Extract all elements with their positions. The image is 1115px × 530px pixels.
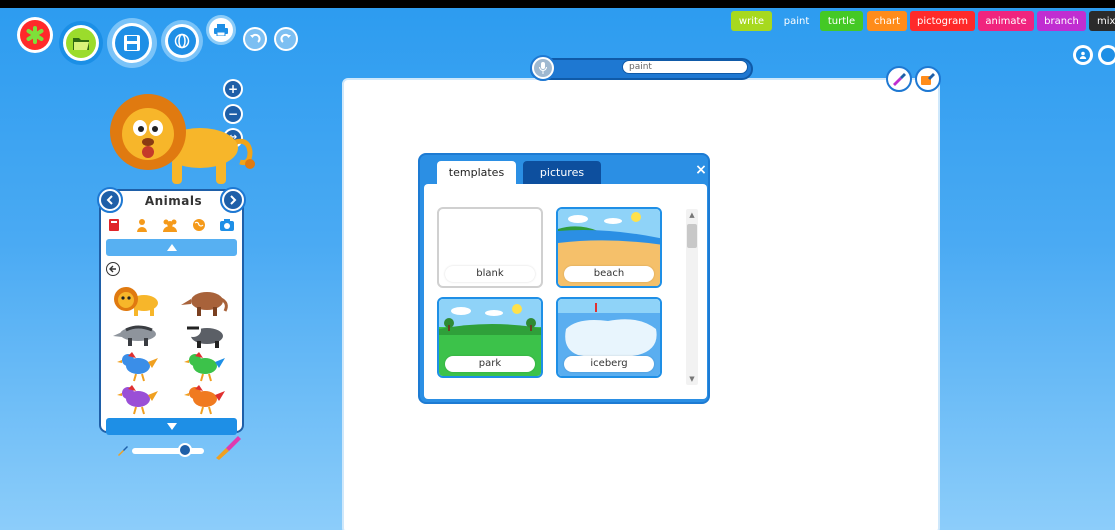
template-label: beach — [564, 266, 654, 282]
printer-icon — [214, 24, 228, 36]
templates-dialog: templates pictures × blank beach park ic… — [418, 153, 710, 404]
sticker-anteater[interactable] — [112, 316, 162, 350]
redo-icon — [280, 33, 291, 43]
selected-sticker-preview — [110, 94, 255, 184]
brush-tool-button[interactable] — [886, 66, 912, 92]
templates-scrollbar[interactable]: ▲ ▼ — [686, 209, 698, 385]
sticker-scroll-up-button[interactable] — [106, 239, 237, 256]
tab-chart[interactable]: chart — [867, 11, 907, 31]
stamp-icon — [921, 73, 935, 85]
chevron-left-icon — [106, 195, 113, 205]
template-park[interactable]: park — [437, 297, 543, 378]
chevron-up-icon — [166, 244, 177, 251]
template-label: park — [445, 356, 535, 372]
scroll-down-arrow-icon[interactable]: ▼ — [686, 374, 698, 384]
tab-write[interactable]: write — [731, 11, 772, 31]
microphone-icon — [539, 62, 547, 74]
sticker-panel: Animals — [97, 187, 246, 435]
brush-size-slider-thumb[interactable] — [178, 443, 192, 457]
sticker-blue-bird[interactable] — [112, 348, 162, 382]
tab-turtle[interactable]: turtle — [820, 11, 863, 31]
scrollbar-thumb[interactable] — [687, 224, 697, 248]
app-stage: write paint turtle chart pictogram anima… — [0, 8, 1115, 530]
tab-paint[interactable]: paint — [776, 11, 817, 31]
stamp-tool-button[interactable] — [915, 66, 941, 92]
tab-pictogram[interactable]: pictogram — [910, 11, 975, 31]
new-button[interactable] — [17, 17, 53, 53]
template-beach[interactable]: beach — [556, 207, 662, 288]
template-blank[interactable]: blank — [437, 207, 543, 288]
user-icon — [1079, 51, 1087, 59]
redo-button[interactable] — [274, 27, 298, 51]
templates-grid: blank beach park iceberg ▲ ▼ — [424, 184, 707, 399]
share-button[interactable] — [161, 20, 203, 62]
globe-icon — [174, 33, 190, 49]
brush-icon — [893, 73, 906, 86]
floppy-disk-icon — [124, 35, 140, 51]
open-button[interactable] — [59, 21, 103, 65]
person-icon[interactable] — [135, 218, 149, 232]
folder-icon — [73, 38, 89, 50]
scroll-up-arrow-icon[interactable]: ▲ — [686, 210, 698, 220]
tab-pictures[interactable]: pictures — [523, 161, 601, 184]
chevron-right-icon — [230, 195, 237, 205]
info-button[interactable] — [1098, 45, 1115, 65]
tab-mix[interactable]: mix — [1089, 11, 1115, 31]
undo-icon — [250, 33, 261, 43]
user-button[interactable] — [1073, 45, 1093, 65]
small-brush-icon — [118, 446, 128, 456]
next-category-button[interactable] — [220, 187, 246, 213]
arrow-left-icon — [109, 265, 116, 273]
sticker-orange-bird[interactable] — [179, 381, 229, 415]
world-icon[interactable] — [192, 218, 206, 232]
save-button[interactable] — [107, 18, 157, 68]
book-icon[interactable] — [107, 218, 121, 232]
sticker-badger[interactable] — [179, 316, 229, 350]
sticker-purple-bird[interactable] — [112, 381, 162, 415]
sticker-green-bird[interactable] — [179, 348, 229, 382]
template-label: iceberg — [564, 356, 654, 372]
sticker-aardvark[interactable] — [179, 283, 229, 317]
template-iceberg[interactable]: iceberg — [556, 297, 662, 378]
back-button[interactable] — [106, 262, 120, 276]
title-input[interactable] — [622, 60, 748, 74]
tab-animate[interactable]: animate — [978, 11, 1034, 31]
sticker-scroll-down-button[interactable] — [106, 418, 237, 435]
large-brush-icon — [216, 436, 241, 460]
group-icon[interactable] — [162, 218, 178, 232]
template-label: blank — [445, 266, 535, 282]
close-icon[interactable]: × — [694, 163, 708, 177]
undo-button[interactable] — [243, 27, 267, 51]
previous-category-button[interactable] — [97, 187, 123, 213]
asterisk-icon — [26, 26, 44, 44]
voice-button[interactable] — [530, 55, 556, 81]
tab-branch[interactable]: branch — [1037, 11, 1086, 31]
camera-icon[interactable] — [219, 218, 235, 232]
sticker-source-icons — [107, 216, 235, 234]
chevron-down-icon — [166, 423, 177, 430]
sticker-lion[interactable] — [112, 283, 162, 317]
brush-size-slider[interactable] — [132, 448, 204, 454]
tab-templates[interactable]: templates — [437, 161, 516, 184]
info-icon — [1101, 48, 1115, 62]
print-button[interactable] — [206, 15, 236, 45]
